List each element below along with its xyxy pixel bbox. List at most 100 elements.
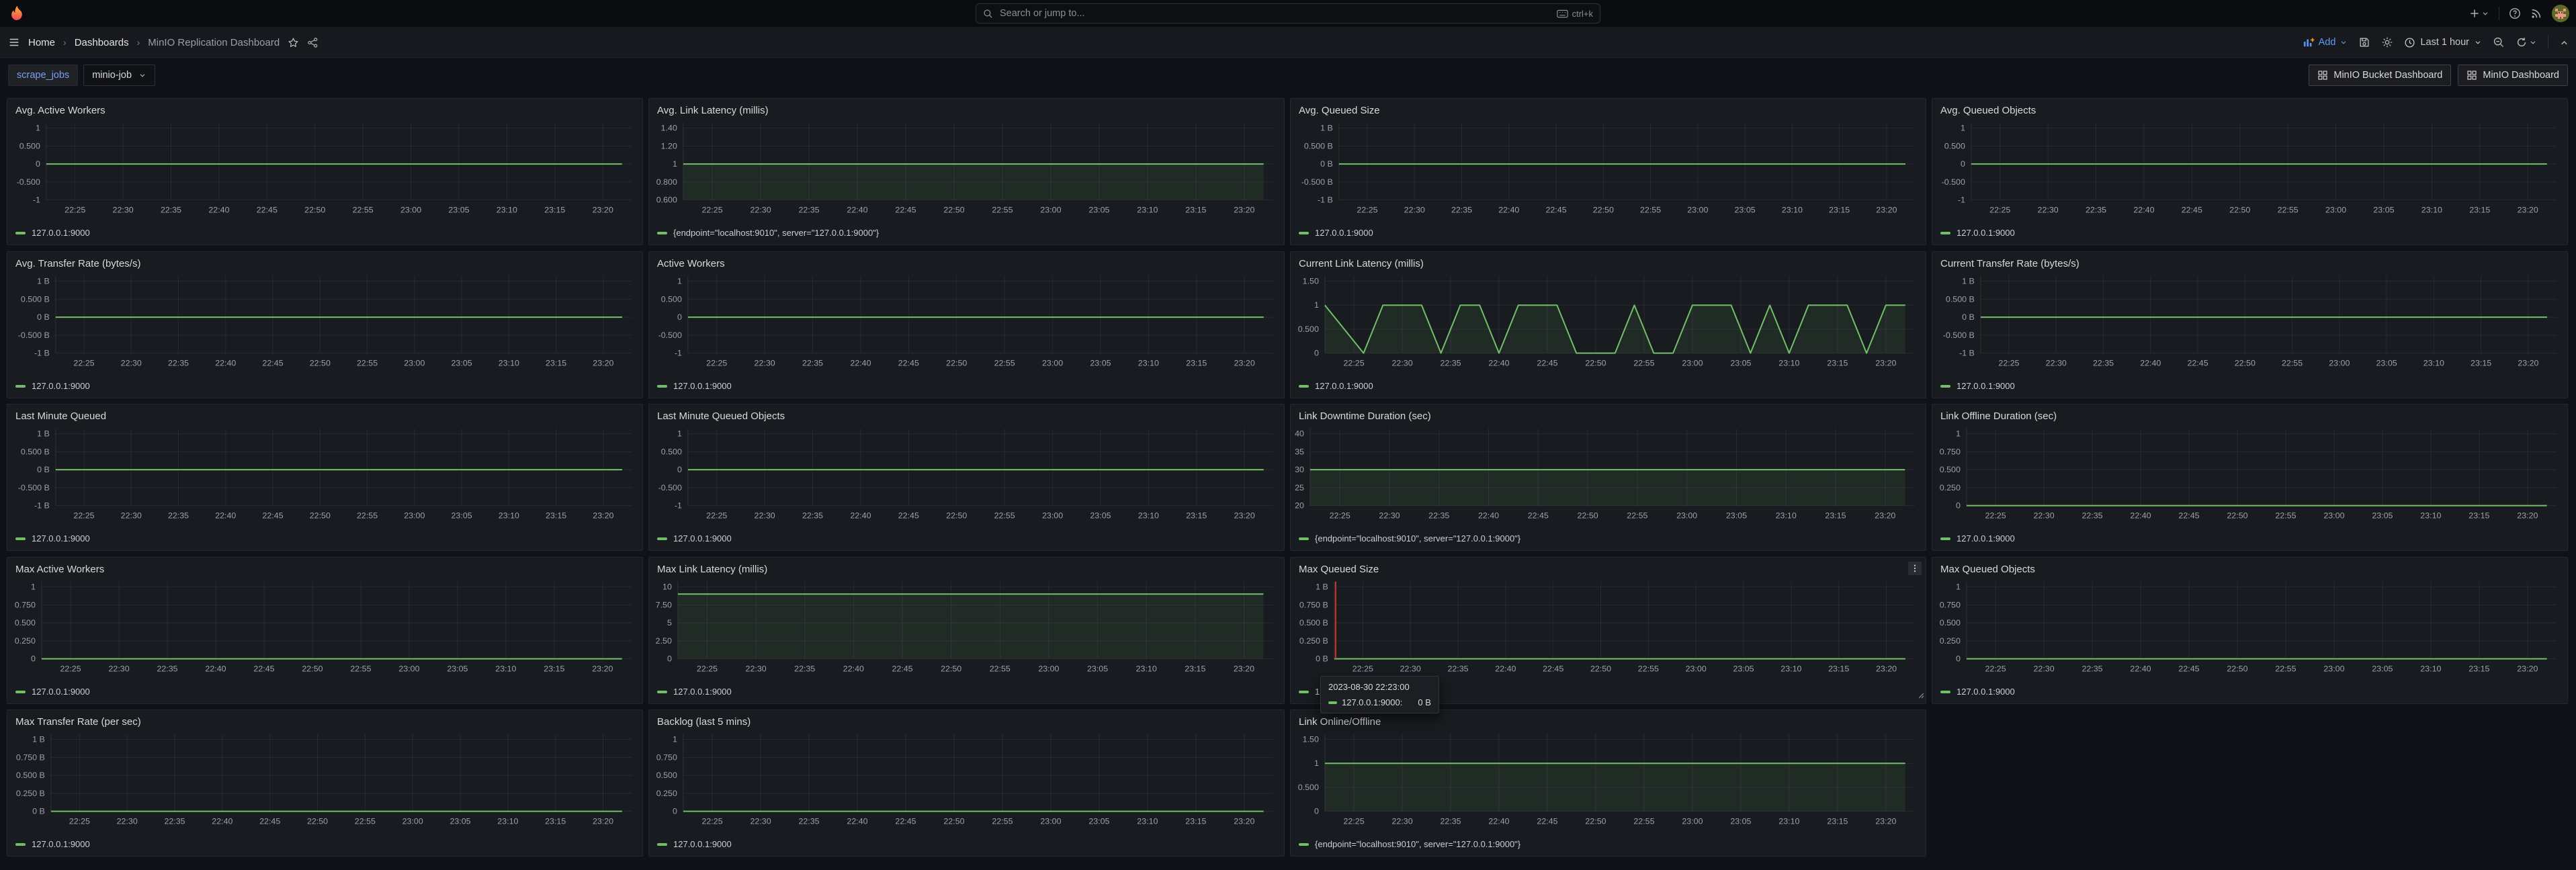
svg-text:22:30: 22:30 [121,511,142,520]
svg-text:22:55: 22:55 [990,664,1011,673]
legend-item[interactable]: 127.0.0.1:9000 [15,533,90,543]
svg-text:0 B: 0 B [1316,654,1328,664]
save-dashboard-button[interactable] [2358,36,2370,48]
time-range-picker[interactable]: Last 1 hour [2404,37,2482,48]
legend-item[interactable]: 127.0.0.1:9000 [1299,228,1373,238]
time-series-chart[interactable]: 22:2522:3022:3522:4022:4522:5022:5523:00… [1932,99,2567,245]
grafana-logo-icon[interactable] [8,5,26,22]
legend-item[interactable]: 127.0.0.1:9000 [1940,687,2015,697]
panel-menu-button[interactable] [1908,562,1922,575]
svg-text:0: 0 [677,312,682,322]
time-series-chart[interactable]: 22:2522:3022:3522:4022:4522:5022:5523:00… [1932,558,2567,703]
time-series-chart[interactable]: 22:2522:3022:3522:4022:4522:5022:5523:00… [7,252,642,398]
breadcrumb-home[interactable]: Home [28,37,55,48]
legend-item[interactable]: 127.0.0.1:9000 [1940,381,2015,391]
legend-item[interactable]: 127.0.0.1:9000 [15,381,90,391]
time-series-chart[interactable]: 22:2522:3022:3522:4022:4522:5022:5523:00… [1291,404,1926,550]
svg-text:2.50: 2.50 [656,636,672,646]
legend-item[interactable]: 127.0.0.1:9000 [15,228,90,238]
time-series-chart[interactable]: 22:2522:3022:3522:4022:4522:5022:5523:00… [1932,252,2567,398]
svg-text:22:40: 22:40 [205,664,226,673]
time-series-chart[interactable]: 22:2522:3022:3522:4022:4522:5022:5523:00… [1291,252,1926,398]
svg-text:0.250 B: 0.250 B [16,789,45,798]
time-series-chart[interactable]: 22:2522:3022:3522:4022:4522:5022:5523:00… [1291,99,1926,245]
breadcrumb-dashboards[interactable]: Dashboards [75,37,129,48]
svg-text:22:40: 22:40 [850,511,871,520]
svg-text:22:30: 22:30 [1400,664,1421,673]
svg-text:23:10: 23:10 [1138,511,1159,520]
svg-text:23:00: 23:00 [1682,816,1703,826]
svg-text:23:05: 23:05 [449,816,470,826]
panel-max-link-latency-millis: Max Link Latency (millis) 22:2522:3022:3… [648,557,1285,704]
svg-text:22:35: 22:35 [2086,205,2106,214]
svg-text:0.500: 0.500 [661,294,682,304]
time-series-chart[interactable]: 22:2522:3022:3522:4022:4522:5022:5523:00… [1291,710,1926,856]
chevron-down-icon [138,71,146,79]
time-series-chart[interactable]: 22:2522:3022:3522:4022:4522:5022:5523:00… [649,99,1284,245]
time-series-chart[interactable]: 22:2522:3022:3522:4022:4522:5022:5523:00… [649,252,1284,398]
time-series-chart[interactable]: 22:2522:3022:3522:4022:4522:5022:5523:00… [7,99,642,245]
time-series-chart[interactable]: 22:2522:3022:3522:4022:4522:5022:5523:00… [7,404,642,550]
legend-item[interactable]: 127.0.0.1:9000 [1940,228,2015,238]
svg-text:22:25: 22:25 [69,816,90,826]
legend-item[interactable]: {endpoint="localhost:9010", server="127.… [657,228,879,238]
zoom-out-time-button[interactable] [2493,36,2505,48]
add-panel-button[interactable]: Add [2303,37,2348,48]
svg-text:22:30: 22:30 [746,664,767,673]
help-button[interactable] [2509,7,2521,19]
link-minio-dashboard[interactable]: MinIO Dashboard [2458,64,2568,86]
svg-text:23:10: 23:10 [1778,358,1799,367]
time-series-chart[interactable]: 22:2522:3022:3522:4022:4522:5022:5523:00… [1932,404,2567,550]
time-series-chart[interactable]: 22:2522:3022:3522:4022:4522:5022:5523:00… [649,710,1284,856]
user-avatar[interactable] [2552,5,2569,22]
panel-resize-handle[interactable] [1916,690,1924,702]
svg-text:-1: -1 [675,349,682,358]
share-button[interactable] [307,37,318,48]
svg-text:23:00: 23:00 [402,816,423,826]
svg-text:23:05: 23:05 [1088,816,1109,826]
legend-item[interactable]: 127.0.0.1:9000 [1299,381,1373,391]
svg-text:23:15: 23:15 [2469,205,2490,214]
refresh-button[interactable] [2516,36,2537,48]
favorite-button[interactable] [288,37,299,48]
svg-text:22:30: 22:30 [1391,358,1412,367]
news-button[interactable] [2530,7,2542,19]
svg-text:23:15: 23:15 [2468,511,2489,520]
svg-text:22:30: 22:30 [755,358,775,367]
legend-item[interactable]: 127.0.0.1:9000 [657,839,732,849]
svg-text:0: 0 [1956,654,1961,664]
time-series-chart[interactable]: 22:2522:3022:3522:4022:4522:5022:5523:00… [7,710,642,856]
top-nav-bar: ctrl+k [0,0,2576,27]
search-shortcut: ctrl+k [1557,9,1593,19]
time-series-chart[interactable]: 22:2522:3022:3522:4022:4522:5022:5523:00… [7,558,642,703]
breadcrumb-separator: › [137,37,140,48]
svg-text:22:40: 22:40 [850,358,871,367]
svg-text:0.250: 0.250 [1940,483,1961,492]
legend-item[interactable]: 127.0.0.1:9000 [15,687,90,697]
collapse-toolbar-button[interactable] [2559,38,2569,48]
search-input[interactable] [998,7,1551,19]
svg-text:23:15: 23:15 [544,205,565,214]
refresh-icon [2516,36,2528,48]
panel-avg-link-latency-millis: Avg. Link Latency (millis) 22:2522:3022:… [648,98,1285,245]
legend-item[interactable]: 127.0.0.1:9000 [1940,533,2015,543]
global-search-bar[interactable]: ctrl+k [976,3,1600,24]
legend-item[interactable]: 127.0.0.1:9000 [657,381,732,391]
link-minio-bucket-dashboard[interactable]: MinIO Bucket Dashboard [2309,64,2451,86]
series-legend-label: 127.0.0.1:9000 [673,381,732,391]
legend-item[interactable]: 127.0.0.1:9000 [657,533,732,543]
time-series-chart[interactable]: 22:2522:3022:3522:4022:4522:5022:5523:00… [649,558,1284,703]
legend-item[interactable]: {endpoint="localhost:9010", server="127.… [1299,839,1520,849]
svg-text:22:40: 22:40 [2140,358,2161,367]
svg-text:23:05: 23:05 [2376,358,2397,367]
mega-menu-button[interactable] [8,36,20,48]
svg-text:0.750: 0.750 [1940,600,1961,609]
new-menu-button[interactable] [2469,8,2489,19]
panel-current-link-latency-millis: Current Link Latency (millis) 22:2522:30… [1290,251,1926,398]
time-series-chart[interactable]: 22:2522:3022:3522:4022:4522:5022:5523:00… [649,404,1284,550]
legend-item[interactable]: 127.0.0.1:9000 [657,687,732,697]
variable-value-dropdown[interactable]: minio-job [83,64,155,86]
dashboard-settings-button[interactable] [2381,36,2393,48]
legend-item[interactable]: 127.0.0.1:9000 [15,839,90,849]
legend-item[interactable]: {endpoint="localhost:9010", server="127.… [1299,533,1520,543]
